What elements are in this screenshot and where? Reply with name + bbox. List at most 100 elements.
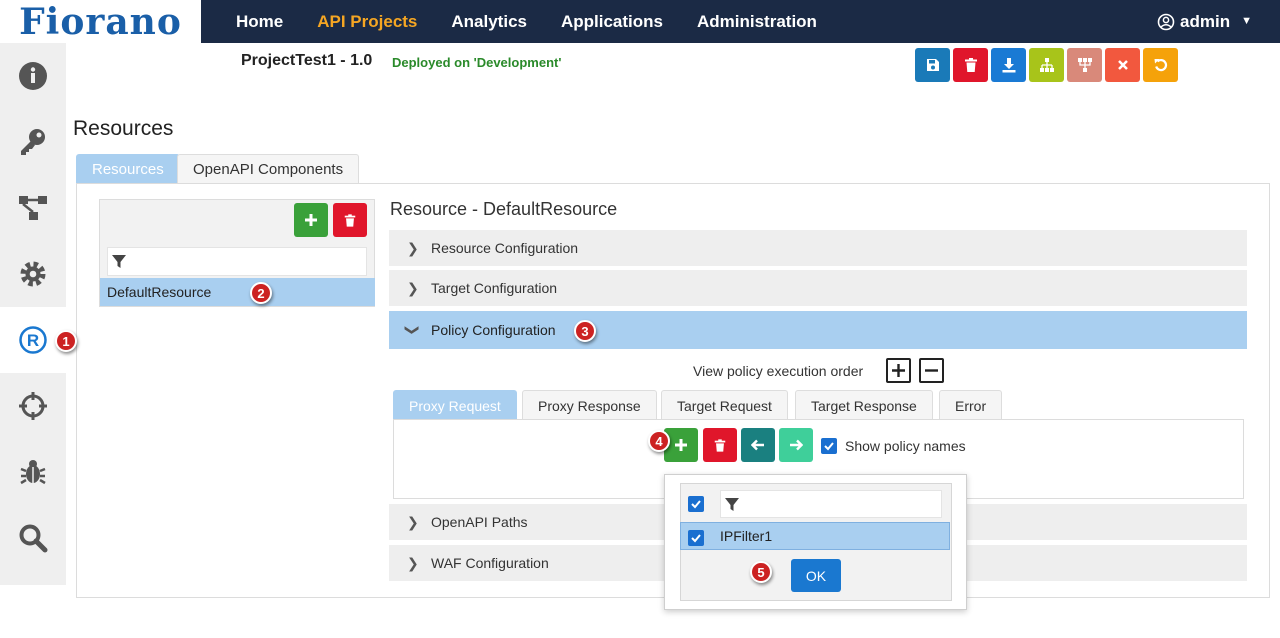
chevron-right-icon: ❯ xyxy=(407,280,419,296)
check-icon xyxy=(691,500,701,509)
section-label: Target Configuration xyxy=(431,280,558,296)
page-title: Resources xyxy=(73,117,174,140)
policy-item-ipfilter1[interactable]: IPFilter1 xyxy=(680,522,950,550)
tab-target-request[interactable]: Target Request xyxy=(661,390,788,420)
gear-icon xyxy=(20,261,46,287)
expand-all-button[interactable] xyxy=(886,358,911,383)
user-name: admin xyxy=(1180,12,1231,31)
resource-item-defaultresource[interactable]: DefaultResource xyxy=(100,278,375,306)
step-marker-1: 1 xyxy=(55,330,77,352)
nav-administration[interactable]: Administration xyxy=(680,0,834,43)
svg-text:R: R xyxy=(27,331,39,350)
search-icon xyxy=(19,524,48,553)
exec-order-label: View policy execution order xyxy=(693,363,864,379)
sidebar-target[interactable] xyxy=(0,373,66,439)
sidebar-debug[interactable] xyxy=(0,439,66,505)
section-label: WAF Configuration xyxy=(431,555,549,571)
sidebar-search[interactable] xyxy=(0,505,66,571)
tab-error[interactable]: Error xyxy=(939,390,1003,420)
crosshair-icon xyxy=(19,392,47,420)
resource-filter-input[interactable] xyxy=(107,247,367,276)
plus-icon xyxy=(305,214,317,226)
save-button[interactable] xyxy=(915,48,950,82)
plus-square-icon xyxy=(892,364,905,377)
tab-resources[interactable]: Resources xyxy=(76,154,180,184)
ok-button[interactable]: OK xyxy=(791,559,841,592)
add-resource-button[interactable] xyxy=(294,203,328,237)
arrow-right-icon xyxy=(790,439,803,451)
close-button[interactable] xyxy=(1105,48,1140,82)
sidebar-flow[interactable] xyxy=(0,175,66,241)
trash-icon xyxy=(344,213,356,227)
left-sidebar: R xyxy=(0,43,66,585)
filter-icon xyxy=(725,498,739,511)
close-icon xyxy=(1117,60,1128,70)
logo-text: Fiorano xyxy=(19,0,182,43)
show-policy-names-checkbox[interactable] xyxy=(821,438,837,454)
delete-project-button[interactable] xyxy=(953,48,988,82)
tab-openapi-components[interactable]: OpenAPI Components xyxy=(177,154,360,184)
tab-target-response[interactable]: Target Response xyxy=(795,390,933,420)
resource-heading: Resource - DefaultResource xyxy=(390,199,618,219)
section-resource-configuration[interactable]: ❯ Resource Configuration xyxy=(389,230,1247,266)
step-marker-5: 5 xyxy=(750,561,772,583)
export-button[interactable] xyxy=(991,48,1026,82)
tab-proxy-response[interactable]: Proxy Response xyxy=(522,390,657,420)
sidebar-key[interactable] xyxy=(0,109,66,175)
policy-filter-input[interactable] xyxy=(720,490,942,518)
caret-down-icon: ▼ xyxy=(1241,15,1252,27)
key-icon xyxy=(21,129,45,155)
check-icon xyxy=(824,442,834,451)
delete-policy-button[interactable] xyxy=(703,428,737,462)
step-marker-2: 2 xyxy=(250,282,272,304)
collapse-all-button[interactable] xyxy=(919,358,944,383)
section-label: OpenAPI Paths xyxy=(431,514,528,530)
nav-analytics[interactable]: Analytics xyxy=(434,0,544,43)
section-label: Policy Configuration xyxy=(431,322,556,338)
deploy-status: Deployed on 'Development' xyxy=(392,55,562,70)
trash-icon xyxy=(964,58,977,72)
undo-icon xyxy=(1154,58,1167,72)
chevron-right-icon: ❯ xyxy=(407,240,419,256)
nav-home[interactable]: Home xyxy=(219,0,300,43)
hierarchy-button[interactable] xyxy=(1029,48,1064,82)
plus-icon xyxy=(675,439,687,451)
minus-square-icon xyxy=(925,369,938,372)
user-circle-icon xyxy=(1157,13,1175,30)
policy-item-checkbox[interactable] xyxy=(688,530,704,546)
sidebar-settings[interactable] xyxy=(0,241,66,307)
chevron-right-icon: ❯ xyxy=(407,514,419,530)
tree-button[interactable] xyxy=(1067,48,1102,82)
chevron-right-icon: ❯ xyxy=(407,555,419,571)
section-target-configuration[interactable]: ❯ Target Configuration xyxy=(389,270,1247,306)
fiorano-logo[interactable]: Fiorano xyxy=(0,0,201,43)
tab-proxy-request[interactable]: Proxy Request xyxy=(393,390,517,420)
registered-icon: R xyxy=(19,326,47,354)
top-navbar: Fiorano Home API Projects Analytics Appl… xyxy=(0,0,1280,43)
section-policy-configuration[interactable]: ❯ Policy Configuration xyxy=(389,311,1247,349)
arrow-left-icon xyxy=(751,439,764,451)
project-title: ProjectTest1 - 1.0 xyxy=(241,52,373,69)
hierarchy-icon xyxy=(1039,58,1054,72)
trash-icon xyxy=(714,438,726,452)
check-icon xyxy=(691,534,701,543)
download-icon xyxy=(1002,58,1015,73)
section-label: Resource Configuration xyxy=(431,240,579,256)
select-all-checkbox[interactable] xyxy=(688,496,704,512)
move-right-button[interactable] xyxy=(779,428,813,462)
delete-resource-button[interactable] xyxy=(333,203,367,237)
show-policy-names-label: Show policy names xyxy=(845,438,966,454)
flow-icon xyxy=(19,196,47,220)
undo-button[interactable] xyxy=(1143,48,1178,82)
bug-icon xyxy=(20,460,46,485)
save-icon xyxy=(926,59,939,71)
move-left-button[interactable] xyxy=(741,428,775,462)
nav-applications[interactable]: Applications xyxy=(544,0,680,43)
tree-icon xyxy=(1077,58,1092,72)
nav-api-projects[interactable]: API Projects xyxy=(300,0,434,43)
sidebar-info[interactable] xyxy=(0,43,66,109)
info-icon xyxy=(19,62,47,90)
step-marker-4: 4 xyxy=(648,430,670,452)
step-marker-3: 3 xyxy=(574,320,596,342)
user-menu[interactable]: admin ▼ xyxy=(1157,0,1252,43)
